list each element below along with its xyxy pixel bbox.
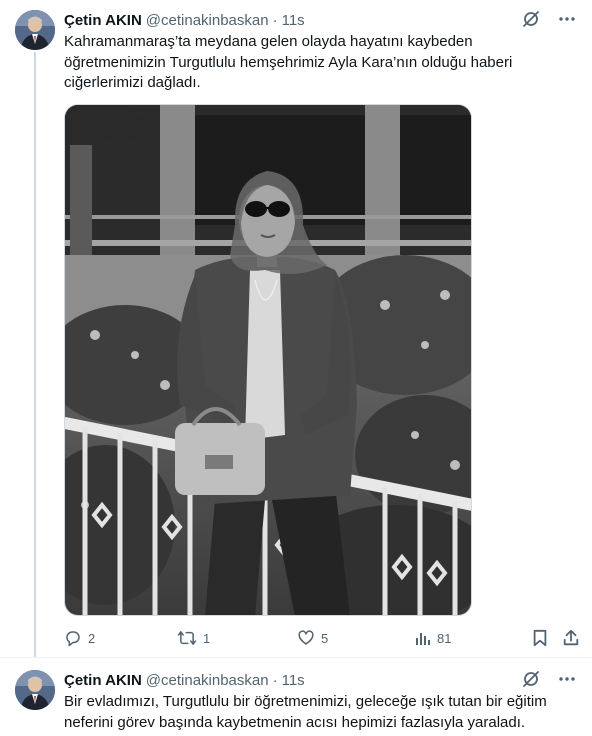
author-handle[interactable]: @cetinakinbaskan: [146, 672, 269, 689]
retweet-count: 1: [203, 630, 211, 646]
like-count: 5: [321, 630, 329, 646]
views-icon: [416, 633, 430, 645]
tweet-1[interactable]: Çetin AKIN @cetinakinbaskan · 11s Kahram…: [0, 0, 592, 658]
tweet-text: Bir evladımızı, Turgutlulu bir öğretmeni…: [64, 693, 547, 731]
timestamp[interactable]: 11s: [282, 12, 305, 29]
grok-icon[interactable]: [520, 668, 542, 690]
tweet-divider: [0, 657, 592, 658]
bookmark-icon: [533, 629, 547, 647]
tweet-text: Kahramanmaraş’ta meydana gelen olayda ha…: [64, 33, 513, 91]
tweet-header: Çetin AKIN @cetinakinbaskan · 11s: [64, 10, 305, 30]
tweet-2[interactable]: Çetin AKIN @cetinakinbaskan · 11s Bir ev…: [0, 660, 592, 736]
tweet-header: Çetin AKIN @cetinakinbaskan · 11s: [64, 670, 305, 690]
share-button[interactable]: [562, 627, 580, 649]
retweet-button[interactable]: 1: [177, 627, 210, 649]
timestamp[interactable]: 11s: [282, 672, 305, 689]
share-icon: [563, 629, 579, 646]
reply-button[interactable]: 2: [64, 627, 95, 649]
thread-line: [34, 52, 36, 658]
bookmark-button[interactable]: [532, 627, 548, 649]
author-handle[interactable]: @cetinakinbaskan: [146, 12, 269, 29]
like-button[interactable]: 5: [297, 627, 328, 649]
more-icon[interactable]: [556, 668, 578, 690]
separator: ·: [272, 11, 278, 29]
views-button[interactable]: 81: [415, 627, 451, 649]
reply-count: 2: [88, 630, 96, 646]
grok-icon[interactable]: [520, 8, 542, 30]
avatar[interactable]: [15, 10, 55, 50]
more-icon[interactable]: [556, 8, 578, 30]
retweet-icon: [177, 631, 197, 645]
author-name[interactable]: Çetin AKIN: [64, 672, 142, 689]
heart-icon: [298, 630, 314, 645]
avatar[interactable]: [15, 670, 55, 710]
tweet-actions: 2 1 5 81: [64, 627, 584, 649]
tweet-top-actions: [520, 668, 578, 690]
tweet-photo[interactable]: [64, 104, 472, 616]
author-name[interactable]: Çetin AKIN: [64, 12, 142, 29]
separator: ·: [272, 671, 278, 689]
reply-icon: [66, 631, 80, 647]
views-count: 81: [437, 630, 452, 646]
tweet-top-actions: [520, 8, 578, 30]
